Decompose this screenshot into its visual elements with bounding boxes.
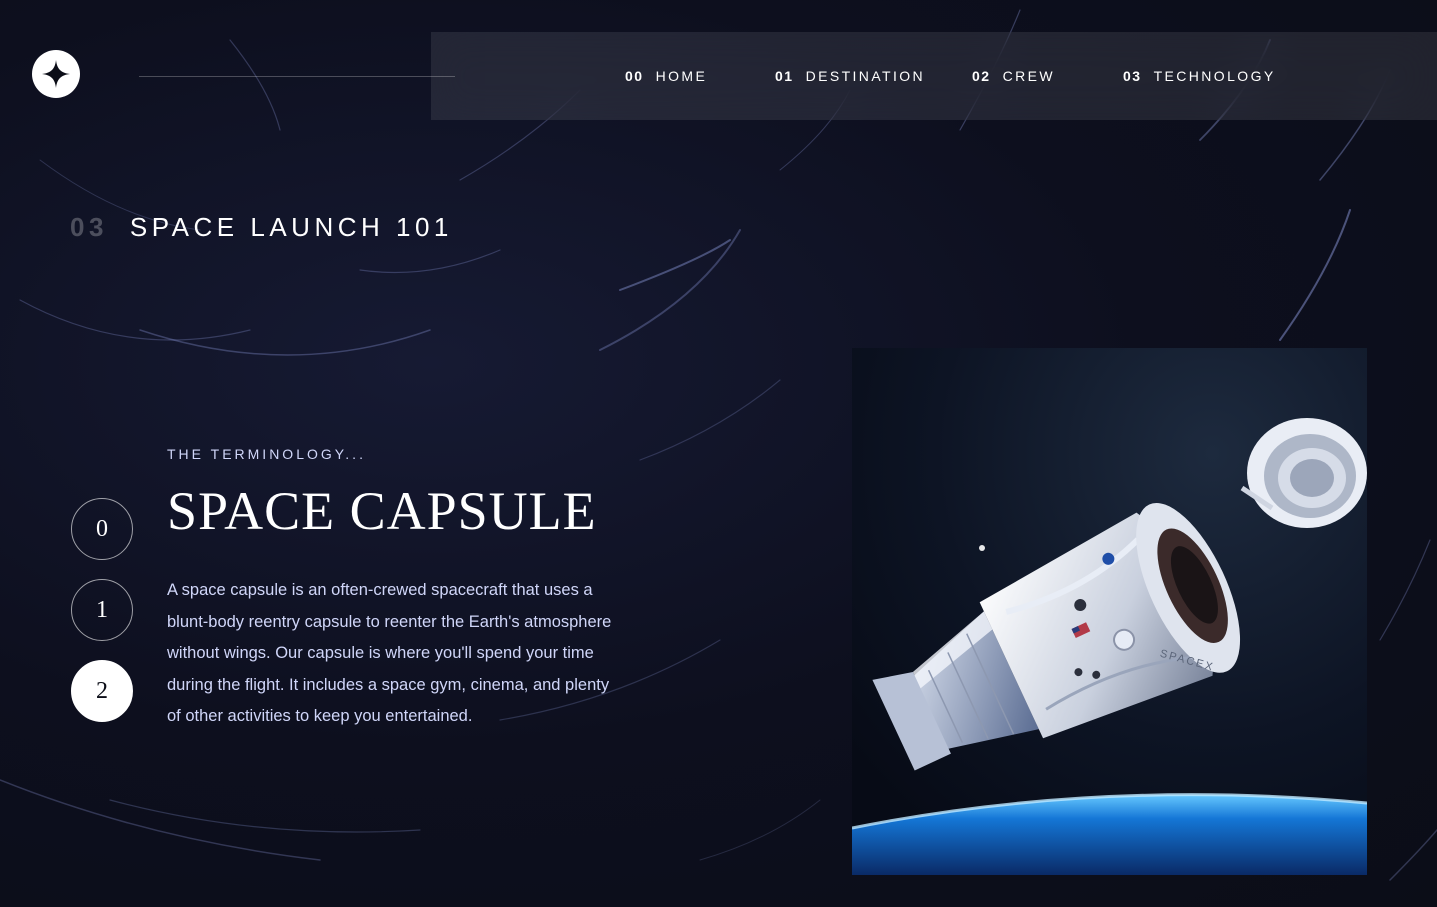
nav-number: 01 — [775, 68, 794, 84]
main-navigation: 00 HOME 01 DESTINATION 02 CREW 03 TECHNO… — [431, 32, 1437, 120]
star-logo-icon — [42, 60, 70, 88]
slide-button-1[interactable]: 1 — [71, 579, 133, 641]
nav-label: HOME — [655, 68, 708, 84]
terminology-subheading: THE TERMINOLOGY... — [167, 446, 366, 462]
nav-item-destination[interactable]: 01 DESTINATION — [775, 32, 925, 120]
nav-item-crew[interactable]: 02 CREW — [972, 32, 1055, 120]
technology-description: A space capsule is an often-crewed space… — [167, 581, 612, 726]
slide-button-2[interactable]: 2 — [71, 660, 133, 722]
nav-label: CREW — [1002, 68, 1055, 84]
logo[interactable] — [32, 50, 80, 98]
nav-number: 00 — [625, 68, 644, 84]
page-heading: 03 SPACE LAUNCH 101 — [70, 212, 453, 243]
nav-number: 03 — [1123, 68, 1142, 84]
technology-title: SPACE CAPSULE — [167, 481, 597, 541]
nav-number: 02 — [972, 68, 991, 84]
nav-item-technology[interactable]: 03 TECHNOLOGY — [1123, 32, 1276, 120]
nav-item-home[interactable]: 00 HOME — [625, 32, 707, 120]
nav-label: DESTINATION — [805, 68, 926, 84]
space-capsule-image: SPACEX — [852, 348, 1367, 875]
nav-label: TECHNOLOGY — [1153, 68, 1276, 84]
section-title: SPACE LAUNCH 101 — [129, 212, 453, 242]
header-divider — [139, 76, 455, 77]
slide-button-0[interactable]: 0 — [71, 498, 133, 560]
section-number: 03 — [70, 212, 108, 242]
